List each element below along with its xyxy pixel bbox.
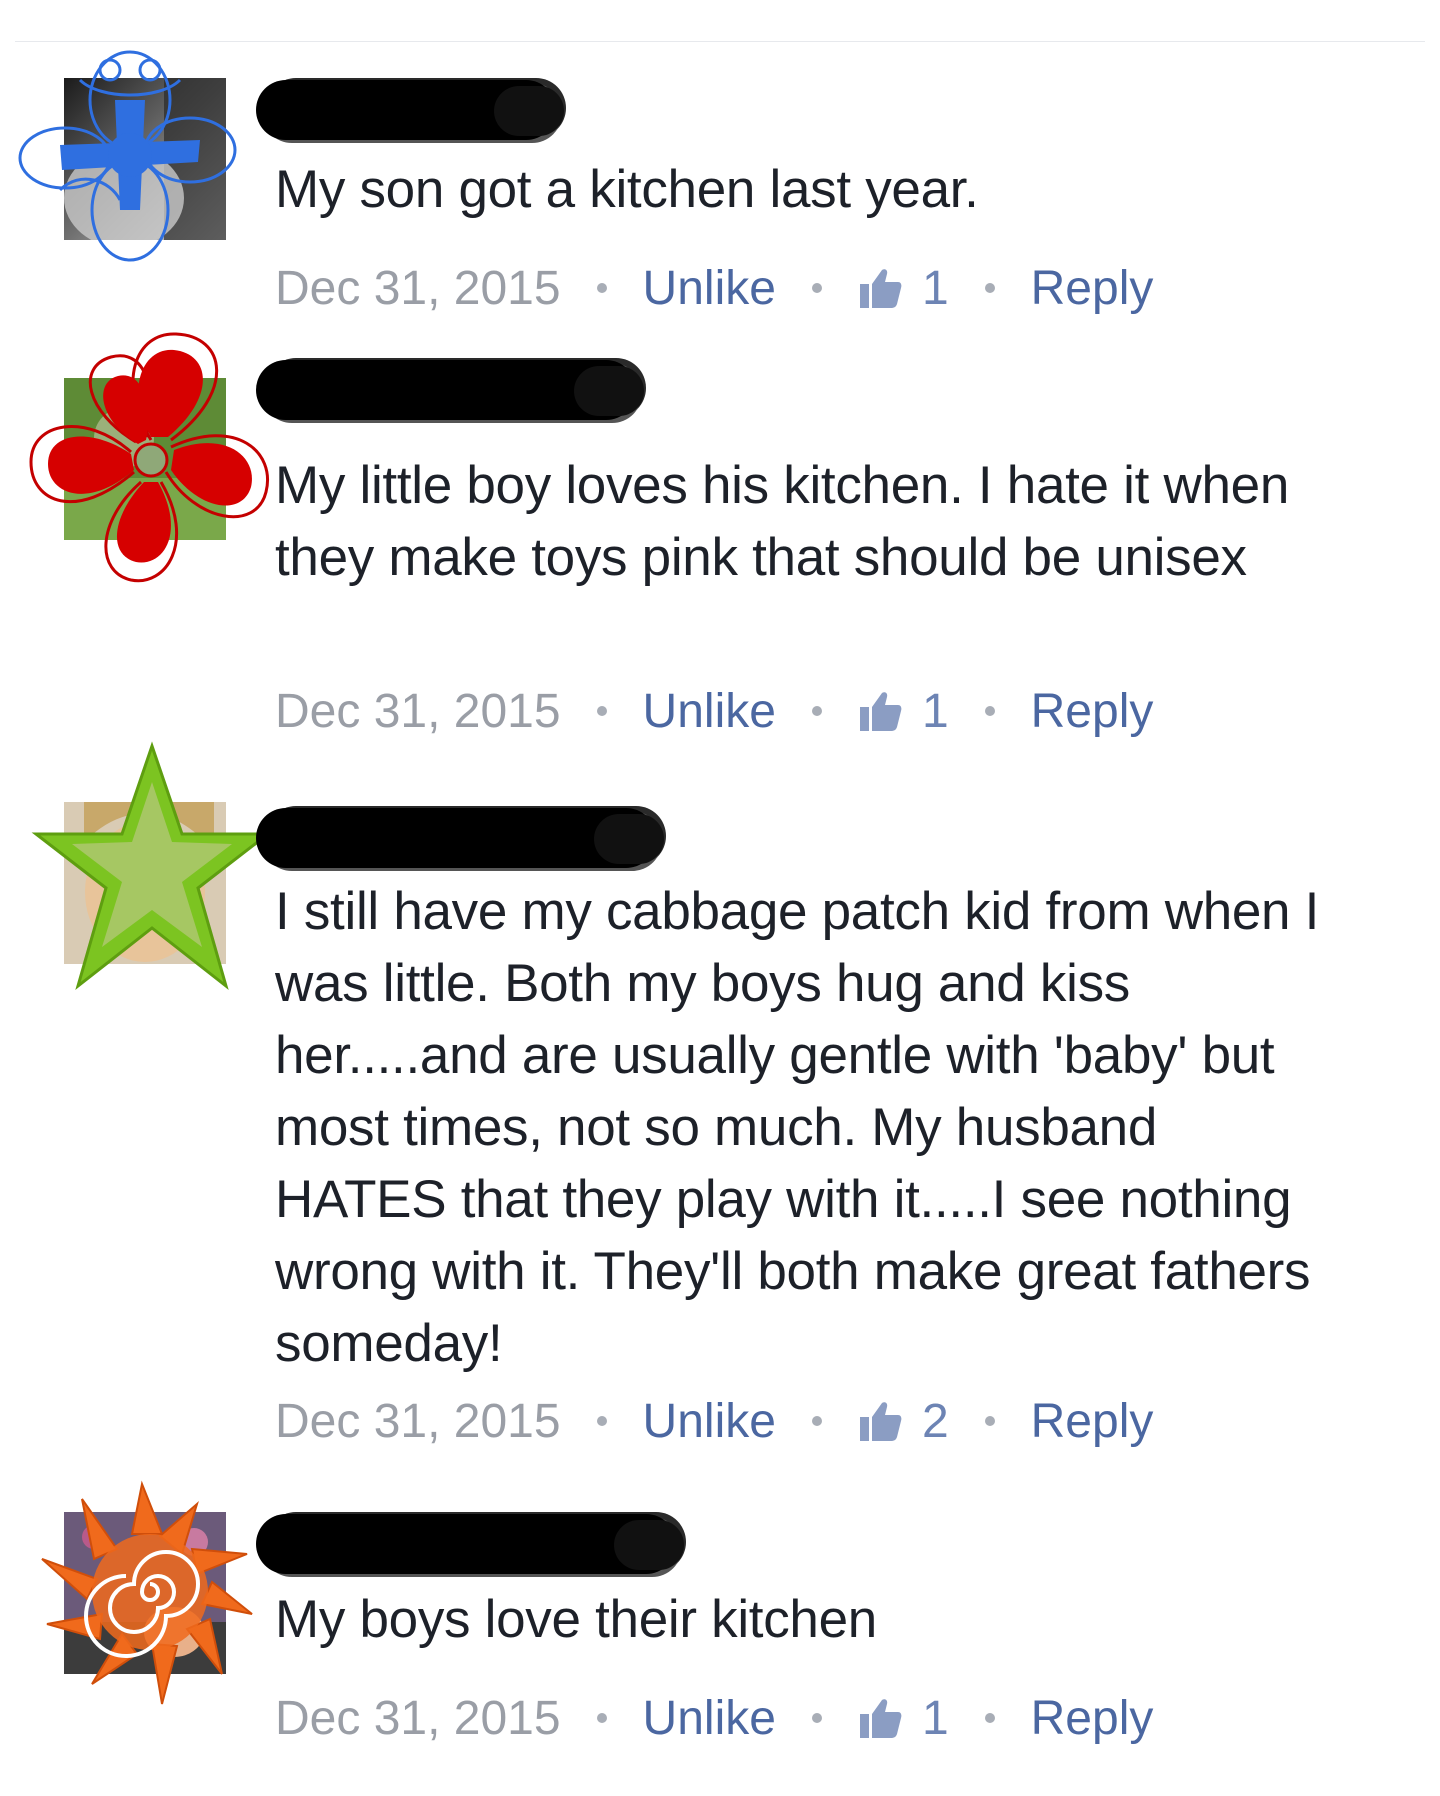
star-icon: [31, 741, 273, 991]
flower-outline-icon: [18, 50, 237, 262]
comment-meta: Dec 31, 2015 Unlike 1 Reply: [275, 1688, 1153, 1748]
separator-dot: [984, 1713, 995, 1723]
thumbs-up-icon[interactable]: [858, 1696, 902, 1740]
comment-text: I still have my cabbage patch kid from w…: [275, 882, 1320, 1373]
comment-date[interactable]: Dec 31, 2015: [275, 684, 561, 739]
unlike-button[interactable]: Unlike: [643, 261, 776, 316]
separator-dot: [596, 706, 607, 716]
comment-meta: Dec 31, 2015 Unlike 1 Reply: [275, 258, 1153, 318]
comment-date[interactable]: Dec 31, 2015: [275, 1691, 561, 1746]
sun-spiral-icon: [41, 1480, 253, 1705]
like-count[interactable]: 1: [922, 1691, 949, 1746]
separator-dot: [811, 1713, 822, 1723]
like-count[interactable]: 1: [922, 261, 949, 316]
comment-text: My son got a kitchen last year.: [275, 160, 979, 219]
thumbs-up-icon[interactable]: [858, 689, 902, 733]
redacted-name: [256, 360, 644, 420]
thumbs-up-icon[interactable]: [858, 266, 902, 310]
separator-dot: [596, 283, 607, 293]
separator-dot: [984, 1416, 995, 1426]
unlike-button[interactable]: Unlike: [643, 1691, 776, 1746]
redacted-name: [256, 1514, 684, 1574]
like-count[interactable]: 2: [922, 1394, 949, 1449]
reply-button[interactable]: Reply: [1031, 1691, 1154, 1746]
unlike-button[interactable]: Unlike: [643, 1394, 776, 1449]
redacted-name: [256, 808, 664, 868]
comment-text: My little boy loves his kitchen. I hate …: [275, 456, 1289, 587]
separator-dot: [811, 1416, 822, 1426]
separator-dot: [596, 1713, 607, 1723]
separator-dot: [984, 283, 995, 293]
unlike-button[interactable]: Unlike: [643, 684, 776, 739]
reply-button[interactable]: Reply: [1031, 261, 1154, 316]
reply-button[interactable]: Reply: [1031, 1394, 1154, 1449]
thumbs-up-icon[interactable]: [858, 1399, 902, 1443]
avatar[interactable]: [41, 1480, 253, 1705]
separator-dot: [811, 283, 822, 293]
comment-text: My boys love their kitchen: [275, 1590, 877, 1649]
comment-meta: Dec 31, 2015 Unlike 2 Reply: [275, 1391, 1153, 1451]
comment-meta: Dec 31, 2015 Unlike 1 Reply: [275, 681, 1153, 741]
like-count[interactable]: 1: [922, 684, 949, 739]
flower-filled-icon: [29, 332, 269, 583]
reply-button[interactable]: Reply: [1031, 684, 1154, 739]
comment-date[interactable]: Dec 31, 2015: [275, 1394, 561, 1449]
separator-dot: [811, 706, 822, 716]
separator-dot: [596, 1416, 607, 1426]
avatar[interactable]: [31, 741, 273, 991]
avatar[interactable]: [29, 332, 269, 583]
comment-date[interactable]: Dec 31, 2015: [275, 261, 561, 316]
redacted-name: [256, 80, 564, 140]
separator-dot: [984, 706, 995, 716]
avatar[interactable]: [18, 50, 237, 262]
